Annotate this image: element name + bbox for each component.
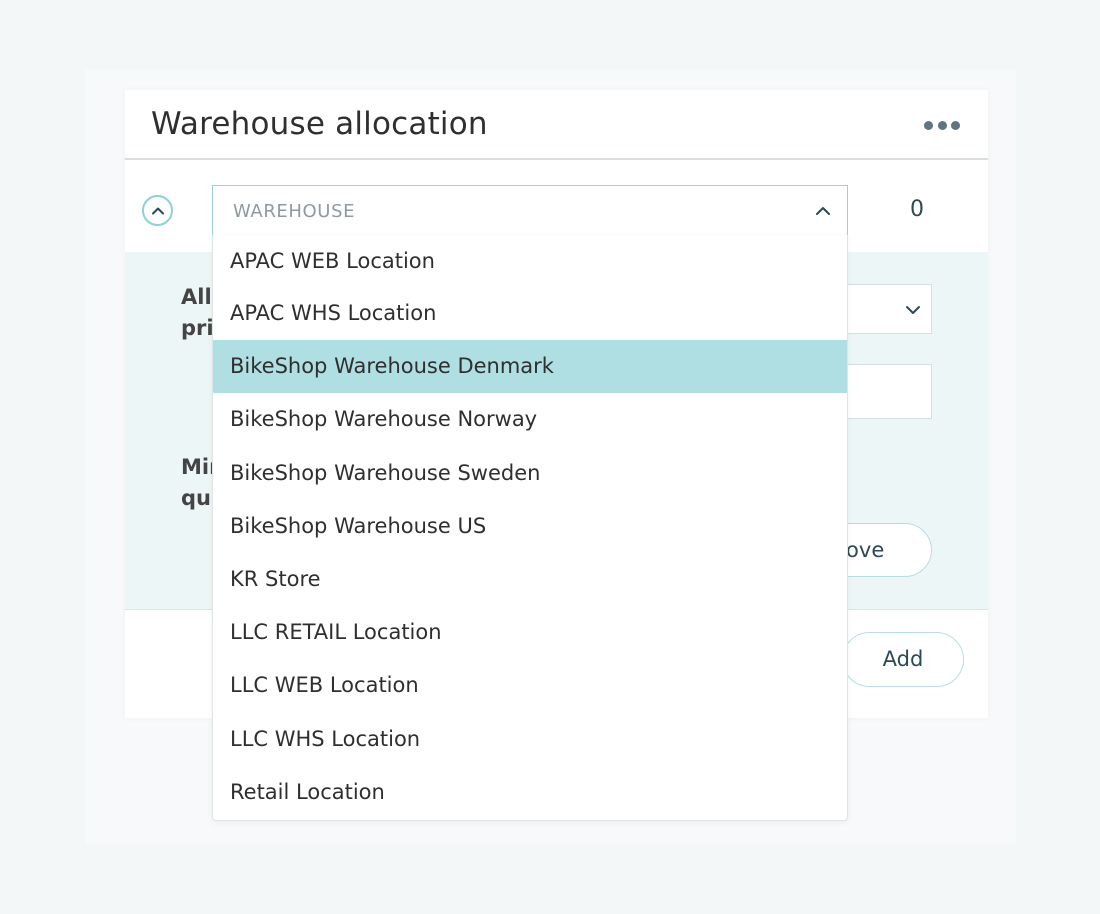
warehouse-select[interactable]: WAREHOUSE xyxy=(212,185,848,236)
warehouse-option[interactable]: Retail Location xyxy=(213,766,847,819)
warehouse-option[interactable]: BikeShop Warehouse Norway xyxy=(213,393,847,446)
warehouse-options-list: APAC WEB Location APAC WHS Location Bike… xyxy=(212,235,848,821)
chevron-up-icon xyxy=(816,207,830,215)
warehouse-option[interactable]: APAC WEB Location xyxy=(213,235,847,287)
warehouse-option[interactable]: LLC WEB Location xyxy=(213,659,847,712)
dot-icon xyxy=(937,120,947,130)
warehouse-option[interactable]: LLC WHS Location xyxy=(213,713,847,766)
dot-icon xyxy=(924,120,933,130)
warehouse-select-placeholder: WAREHOUSE xyxy=(233,201,356,222)
chevron-down-icon xyxy=(906,306,920,314)
more-options-button[interactable] xyxy=(924,118,960,132)
warehouse-option[interactable]: BikeShop Warehouse Sweden xyxy=(213,447,847,500)
dot-icon xyxy=(951,120,960,130)
warehouse-option[interactable]: APAC WHS Location xyxy=(213,287,847,340)
warehouse-option[interactable]: LLC RETAIL Location xyxy=(213,606,847,659)
collapse-row-button[interactable] xyxy=(142,195,173,226)
allocation-count: 0 xyxy=(910,197,924,222)
card-header: Warehouse allocation xyxy=(125,90,988,160)
warehouse-option[interactable]: BikeShop Warehouse US xyxy=(213,500,847,553)
chevron-up-icon xyxy=(151,207,164,214)
warehouse-option-selected[interactable]: BikeShop Warehouse Denmark xyxy=(213,340,847,394)
card-title: Warehouse allocation xyxy=(151,106,488,142)
add-button[interactable]: Add xyxy=(842,632,964,687)
warehouse-option[interactable]: KR Store xyxy=(213,553,847,606)
